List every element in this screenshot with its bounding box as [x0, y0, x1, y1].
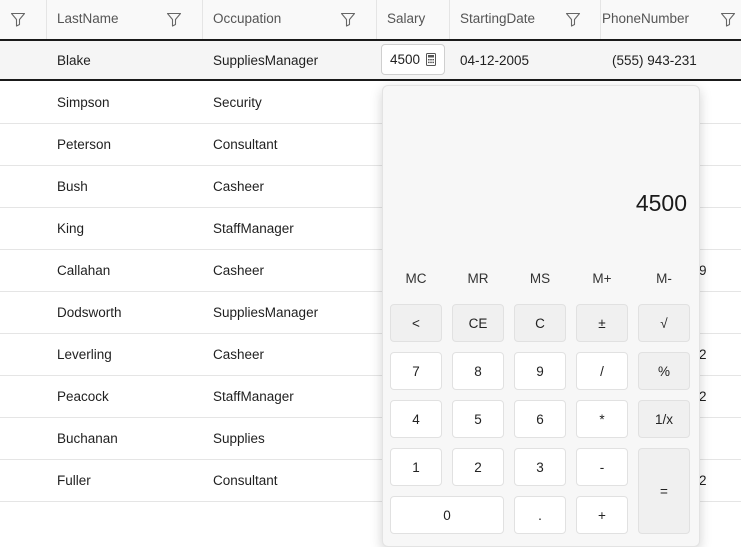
- digit-8-button[interactable]: 8: [452, 352, 504, 390]
- cell-occupation[interactable]: StaffManager: [213, 208, 294, 249]
- digit-1-button[interactable]: 1: [390, 448, 442, 486]
- reciprocal-button[interactable]: 1/x: [638, 400, 690, 438]
- cell-lastname[interactable]: Leverling: [57, 334, 112, 375]
- cell-lastname[interactable]: Peterson: [57, 124, 111, 165]
- digit-2-button[interactable]: 2: [452, 448, 504, 486]
- digit-6-button[interactable]: 6: [514, 400, 566, 438]
- calculator-icon[interactable]: [426, 53, 436, 66]
- cell-phonenumber-tail[interactable]: 2: [699, 334, 707, 375]
- cell-occupation[interactable]: Consultant: [213, 124, 278, 165]
- header-cell-occupation[interactable]: Occupation: [203, 0, 377, 39]
- memory-store-button[interactable]: MS: [513, 271, 567, 286]
- cell-lastname[interactable]: Peacock: [57, 376, 109, 417]
- digit-5-button[interactable]: 5: [452, 400, 504, 438]
- header-cell-lastname[interactable]: LastName: [47, 0, 203, 39]
- divide-button[interactable]: /: [576, 352, 628, 390]
- square-root-button[interactable]: √: [638, 304, 690, 342]
- memory-subtract-button[interactable]: M-: [637, 271, 691, 286]
- subtract-button[interactable]: -: [576, 448, 628, 486]
- column-header-label: LastName: [57, 11, 119, 26]
- cell-occupation[interactable]: SuppliesManager: [213, 292, 318, 333]
- header-cell-phonenumber[interactable]: PhoneNumber: [601, 0, 741, 39]
- decimal-button[interactable]: .: [514, 496, 566, 534]
- header-cell-salary[interactable]: Salary: [377, 0, 450, 39]
- cell-occupation[interactable]: Casheer: [213, 334, 264, 375]
- cell-lastname[interactable]: Dodsworth: [57, 292, 122, 333]
- cell-lastname[interactable]: King: [57, 208, 84, 249]
- column-header-label: Salary: [387, 11, 426, 26]
- digit-3-button[interactable]: 3: [514, 448, 566, 486]
- filter-icon[interactable]: [340, 11, 356, 27]
- cell-phonenumber-tail[interactable]: 2: [699, 460, 707, 501]
- table-row-selected[interactable]: Blake SuppliesManager 04-12-2005 (555) 9…: [0, 39, 741, 81]
- filter-icon[interactable]: [10, 11, 26, 27]
- digit-0-button[interactable]: 0: [390, 496, 504, 534]
- cell-lastname[interactable]: Blake: [57, 41, 91, 79]
- memory-add-button[interactable]: M+: [575, 271, 629, 286]
- cell-occupation[interactable]: Casheer: [213, 250, 264, 291]
- header-cell-startingdate[interactable]: StartingDate: [450, 0, 601, 39]
- filter-icon[interactable]: [166, 11, 182, 27]
- percent-button[interactable]: %: [638, 352, 690, 390]
- cell-lastname[interactable]: Simpson: [57, 82, 110, 123]
- cell-occupation[interactable]: Casheer: [213, 166, 264, 207]
- memory-clear-button[interactable]: MC: [389, 271, 443, 286]
- cell-phonenumber-tail[interactable]: 2: [699, 376, 707, 417]
- salary-editor[interactable]: 4500: [381, 44, 445, 75]
- column-header-label: StartingDate: [460, 11, 536, 26]
- cell-occupation[interactable]: Security: [213, 82, 262, 123]
- cell-occupation[interactable]: StaffManager: [213, 376, 294, 417]
- multiply-button[interactable]: *: [576, 400, 628, 438]
- equals-button[interactable]: =: [638, 448, 690, 534]
- cell-startingdate[interactable]: 04-12-2005: [460, 41, 529, 79]
- filter-icon[interactable]: [565, 11, 581, 27]
- digit-7-button[interactable]: 7: [390, 352, 442, 390]
- cell-lastname[interactable]: Bush: [57, 166, 88, 207]
- digit-4-button[interactable]: 4: [390, 400, 442, 438]
- cell-lastname[interactable]: Buchanan: [57, 418, 118, 459]
- column-header-label: PhoneNumber: [602, 11, 690, 26]
- filter-icon[interactable]: [720, 11, 736, 27]
- salary-value[interactable]: 4500: [390, 52, 420, 67]
- clear-entry-button[interactable]: CE: [452, 304, 504, 342]
- cell-occupation[interactable]: Supplies: [213, 418, 265, 459]
- cell-lastname[interactable]: Callahan: [57, 250, 110, 291]
- cell-phonenumber[interactable]: (555) 943-231: [612, 41, 697, 79]
- backspace-button[interactable]: <: [390, 304, 442, 342]
- calculator-popup: 4500 MC MR MS M+ M- < CE C ± √ 7 8 9 / %…: [382, 85, 700, 547]
- cell-occupation[interactable]: SuppliesManager: [213, 41, 318, 79]
- calculator-display: 4500: [635, 190, 687, 216]
- cell-phonenumber-tail[interactable]: 9: [699, 250, 707, 291]
- cell-lastname[interactable]: Fuller: [57, 460, 91, 501]
- add-button[interactable]: +: [576, 496, 628, 534]
- grid-header: LastName Occupation Salary StartingDate …: [0, 0, 741, 40]
- plus-minus-button[interactable]: ±: [576, 304, 628, 342]
- column-header-label: Occupation: [213, 11, 282, 26]
- header-cell-indicator: [0, 0, 47, 39]
- digit-9-button[interactable]: 9: [514, 352, 566, 390]
- clear-button[interactable]: C: [514, 304, 566, 342]
- memory-recall-button[interactable]: MR: [451, 271, 505, 286]
- cell-occupation[interactable]: Consultant: [213, 460, 278, 501]
